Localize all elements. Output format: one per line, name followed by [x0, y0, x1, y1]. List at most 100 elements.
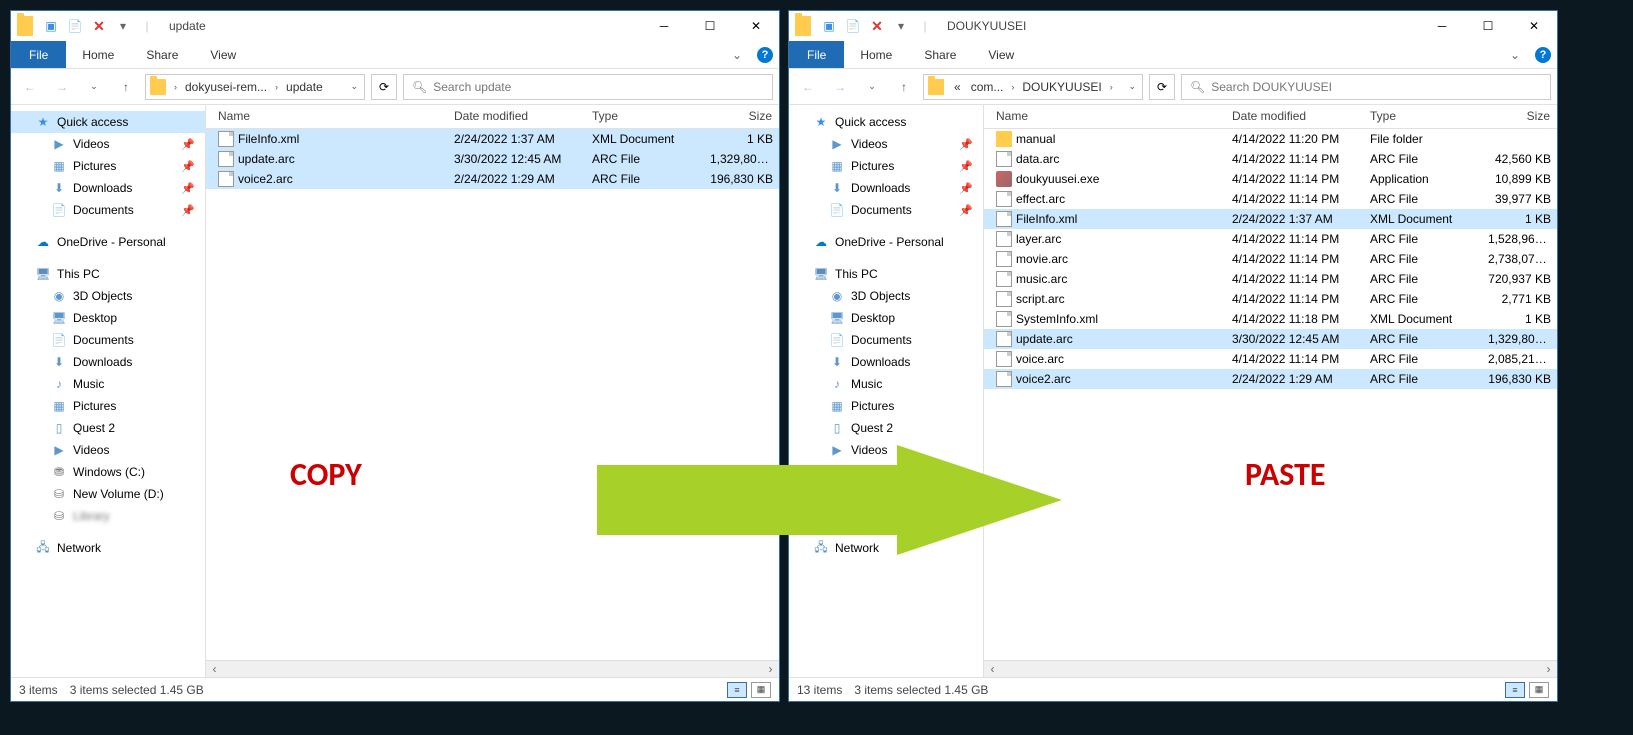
- table-row[interactable]: manual4/14/2022 11:20 PMFile folder: [984, 129, 1557, 149]
- table-row[interactable]: layer.arc4/14/2022 11:14 PMARC File1,528…: [984, 229, 1557, 249]
- minimize-button[interactable]: ─: [641, 11, 687, 41]
- details-view-button[interactable]: ≡: [727, 682, 747, 698]
- forward-button[interactable]: →: [49, 74, 75, 100]
- sidebar-item[interactable]: ⬇Downloads📌: [789, 177, 983, 199]
- breadcrumb-overflow[interactable]: «: [950, 80, 965, 94]
- sidebar-item[interactable]: ★Quick access: [789, 111, 983, 133]
- sidebar-item[interactable]: 🖥Desktop: [11, 307, 205, 329]
- sidebar-item[interactable]: 🖥Desktop: [789, 307, 983, 329]
- sidebar-item[interactable]: ◉3D Objects: [11, 285, 205, 307]
- qat-properties-icon[interactable]: ▣: [41, 16, 61, 36]
- table-row[interactable]: voice2.arc2/24/2022 1:29 AMARC File196,8…: [206, 169, 779, 189]
- column-header-date[interactable]: Date modified: [1226, 105, 1364, 128]
- tab-home[interactable]: Home: [844, 41, 908, 68]
- maximize-button[interactable]: ☐: [687, 11, 733, 41]
- qat-new-folder-icon[interactable]: 📄: [65, 16, 85, 36]
- sidebar-item[interactable]: 📄Documents📌: [789, 199, 983, 221]
- table-row[interactable]: FileInfo.xml2/24/2022 1:37 AMXML Documen…: [984, 209, 1557, 229]
- table-row[interactable]: effect.arc4/14/2022 11:14 PMARC File39,9…: [984, 189, 1557, 209]
- sidebar-item[interactable]: ☁OneDrive - Personal: [789, 231, 983, 253]
- chevron-down-icon[interactable]: ⌄: [348, 81, 360, 92]
- table-row[interactable]: voice2.arc2/24/2022 1:29 AMARC File196,8…: [984, 369, 1557, 389]
- sidebar-item[interactable]: 🖧Network: [11, 537, 205, 559]
- help-icon[interactable]: ?: [751, 41, 779, 68]
- column-header-type[interactable]: Type: [1364, 105, 1482, 128]
- breadcrumb-segment[interactable]: DOUKYUUSEI: [1018, 80, 1105, 94]
- close-button[interactable]: ✕: [1511, 11, 1557, 41]
- sidebar-item[interactable]: ▦Pictures📌: [789, 155, 983, 177]
- search-input[interactable]: 🔍︎ Search DOUKYUUSEI: [1181, 74, 1551, 100]
- table-row[interactable]: movie.arc4/14/2022 11:14 PMARC File2,738…: [984, 249, 1557, 269]
- sidebar-item[interactable]: ⬇Downloads: [789, 351, 983, 373]
- table-row[interactable]: script.arc4/14/2022 11:14 PMARC File2,77…: [984, 289, 1557, 309]
- large-icons-view-button[interactable]: ▦: [1529, 682, 1549, 698]
- sidebar-item[interactable]: ▦Pictures: [11, 395, 205, 417]
- forward-button[interactable]: →: [827, 74, 853, 100]
- sidebar-item[interactable]: 📄Documents📌: [11, 199, 205, 221]
- breadcrumb-segment[interactable]: com...: [967, 80, 1008, 94]
- maximize-button[interactable]: ☐: [1465, 11, 1511, 41]
- sidebar-item[interactable]: 🖥This PC: [789, 263, 983, 285]
- breadcrumb[interactable]: › dokyusei-rem... › update ⌄: [145, 74, 365, 100]
- ribbon-expand-icon[interactable]: ⌄: [723, 41, 751, 68]
- tab-file[interactable]: File: [11, 41, 66, 68]
- up-button[interactable]: ↑: [891, 74, 917, 100]
- column-header-type[interactable]: Type: [586, 105, 704, 128]
- qat-delete-icon[interactable]: ✕: [867, 16, 887, 36]
- qat-customize-icon[interactable]: ▾: [113, 16, 133, 36]
- column-header-name[interactable]: Name: [206, 105, 448, 128]
- tab-view[interactable]: View: [972, 41, 1030, 68]
- sidebar-item[interactable]: ▦Pictures: [789, 395, 983, 417]
- tab-share[interactable]: Share: [908, 41, 972, 68]
- recent-dropdown[interactable]: ⌄: [859, 74, 885, 100]
- titlebar[interactable]: ▣ 📄 ✕ ▾ | DOUKYUUSEI ─ ☐ ✕: [789, 11, 1557, 41]
- sidebar-item[interactable]: 🖥This PC: [11, 263, 205, 285]
- tab-share[interactable]: Share: [130, 41, 194, 68]
- sidebar-item[interactable]: ▶Videos📌: [11, 133, 205, 155]
- table-row[interactable]: SystemInfo.xml4/14/2022 11:18 PMXML Docu…: [984, 309, 1557, 329]
- breadcrumb-segment[interactable]: dokyusei-rem...: [181, 80, 271, 94]
- table-row[interactable]: voice.arc4/14/2022 11:14 PMARC File2,085…: [984, 349, 1557, 369]
- sidebar-item[interactable]: ▯Quest 2: [789, 417, 983, 439]
- table-row[interactable]: update.arc3/30/2022 12:45 AMARC File1,32…: [984, 329, 1557, 349]
- sidebar-item[interactable]: ▶Videos📌: [789, 133, 983, 155]
- sidebar-item[interactable]: ⛁Library: [11, 505, 205, 527]
- table-row[interactable]: music.arc4/14/2022 11:14 PMARC File720,9…: [984, 269, 1557, 289]
- back-button[interactable]: ←: [17, 74, 43, 100]
- chevron-down-icon[interactable]: ⌄: [1126, 81, 1138, 92]
- qat-properties-icon[interactable]: ▣: [819, 16, 839, 36]
- sidebar-item[interactable]: ▯Quest 2: [11, 417, 205, 439]
- navigation-pane[interactable]: ★Quick access▶Videos📌▦Pictures📌⬇Download…: [789, 105, 984, 677]
- column-header-size[interactable]: Size: [1482, 105, 1557, 128]
- table-row[interactable]: doukyuusei.exe4/14/2022 11:14 PMApplicat…: [984, 169, 1557, 189]
- tab-view[interactable]: View: [194, 41, 252, 68]
- tab-home[interactable]: Home: [66, 41, 130, 68]
- help-icon[interactable]: ?: [1529, 41, 1557, 68]
- refresh-button[interactable]: ⟳: [371, 74, 397, 100]
- sidebar-item[interactable]: ☁OneDrive - Personal: [11, 231, 205, 253]
- sidebar-item[interactable]: ♪Music: [11, 373, 205, 395]
- sidebar-item[interactable]: 📄Documents: [789, 329, 983, 351]
- sidebar-item[interactable]: ⬇Downloads📌: [11, 177, 205, 199]
- column-header-size[interactable]: Size: [704, 105, 779, 128]
- close-button[interactable]: ✕: [733, 11, 779, 41]
- titlebar[interactable]: ▣ 📄 ✕ ▾ | update ─ ☐ ✕: [11, 11, 779, 41]
- tab-file[interactable]: File: [789, 41, 844, 68]
- table-row[interactable]: data.arc4/14/2022 11:14 PMARC File42,560…: [984, 149, 1557, 169]
- column-header-name[interactable]: Name: [984, 105, 1226, 128]
- recent-dropdown[interactable]: ⌄: [81, 74, 107, 100]
- horizontal-scrollbar[interactable]: ‹ ›: [984, 660, 1557, 677]
- breadcrumb-segment[interactable]: update: [282, 80, 327, 94]
- large-icons-view-button[interactable]: ▦: [751, 682, 771, 698]
- sidebar-item[interactable]: ⛁New Volume (D:): [11, 483, 205, 505]
- sidebar-item[interactable]: 📄Documents: [11, 329, 205, 351]
- search-input[interactable]: 🔍︎ Search update: [403, 74, 773, 100]
- qat-delete-icon[interactable]: ✕: [89, 16, 109, 36]
- details-view-button[interactable]: ≡: [1505, 682, 1525, 698]
- qat-new-folder-icon[interactable]: 📄: [843, 16, 863, 36]
- sidebar-item[interactable]: ▶Videos: [11, 439, 205, 461]
- table-row[interactable]: update.arc3/30/2022 12:45 AMARC File1,32…: [206, 149, 779, 169]
- minimize-button[interactable]: ─: [1419, 11, 1465, 41]
- back-button[interactable]: ←: [795, 74, 821, 100]
- horizontal-scrollbar[interactable]: ‹ ›: [206, 660, 779, 677]
